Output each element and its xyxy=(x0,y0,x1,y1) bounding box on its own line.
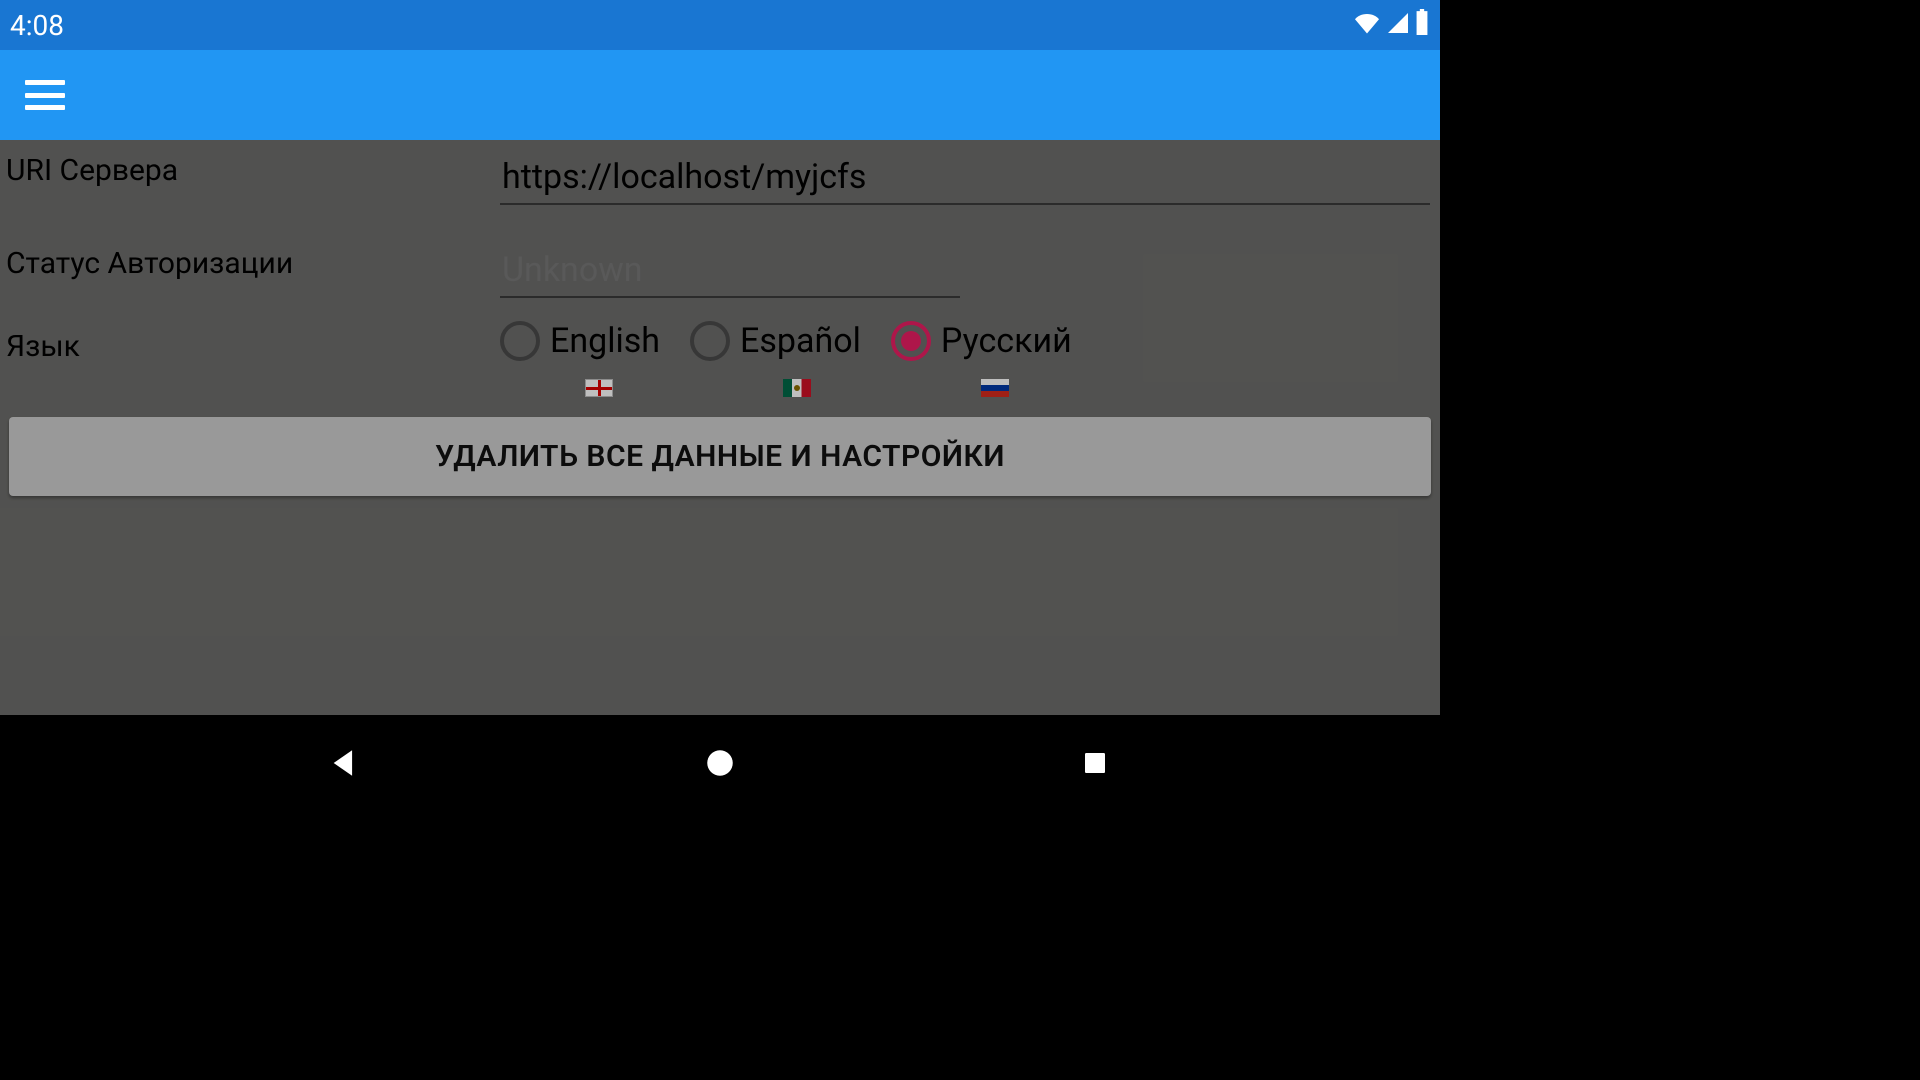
language-option-russian[interactable]: Русский xyxy=(891,321,1072,361)
clear-all-data-button[interactable]: УДАЛИТЬ ВСЕ ДАННЫЕ И НАСТРОЙКИ xyxy=(9,417,1431,496)
back-button[interactable] xyxy=(315,733,375,793)
menu-icon[interactable] xyxy=(25,80,65,110)
language-radio-group: English Español Русский xyxy=(500,321,1430,361)
battery-icon xyxy=(1414,9,1430,42)
language-option-label: Русский xyxy=(941,321,1072,361)
status-bar: 4:08 xyxy=(0,0,1440,50)
language-label: Язык xyxy=(0,321,500,364)
auth-status-value: Unknown xyxy=(500,238,960,298)
radio-icon xyxy=(500,321,540,361)
flag-england-icon xyxy=(585,379,613,397)
recents-button[interactable] xyxy=(1065,733,1125,793)
server-uri-input[interactable] xyxy=(500,145,1430,205)
radio-icon xyxy=(690,321,730,361)
clock: 4:08 xyxy=(10,9,64,42)
system-nav-bar xyxy=(0,715,1440,810)
language-flags-row xyxy=(500,379,1430,397)
home-button[interactable] xyxy=(690,733,750,793)
language-option-label: English xyxy=(550,321,660,361)
wifi-icon xyxy=(1352,9,1382,42)
radio-icon xyxy=(891,321,931,361)
auth-status-label: Статус Авторизации xyxy=(0,238,500,281)
flag-russia-icon xyxy=(981,379,1009,397)
app-bar xyxy=(0,50,1440,140)
language-option-spanish[interactable]: Español xyxy=(690,321,861,361)
language-option-english[interactable]: English xyxy=(500,321,660,361)
cell-signal-icon xyxy=(1386,9,1410,42)
language-option-label: Español xyxy=(740,321,861,361)
flag-mexico-icon xyxy=(783,379,811,397)
server-uri-label: URI Сервера xyxy=(0,145,500,188)
settings-content: URI Сервера Статус Авторизации Unknown Я… xyxy=(0,140,1440,715)
